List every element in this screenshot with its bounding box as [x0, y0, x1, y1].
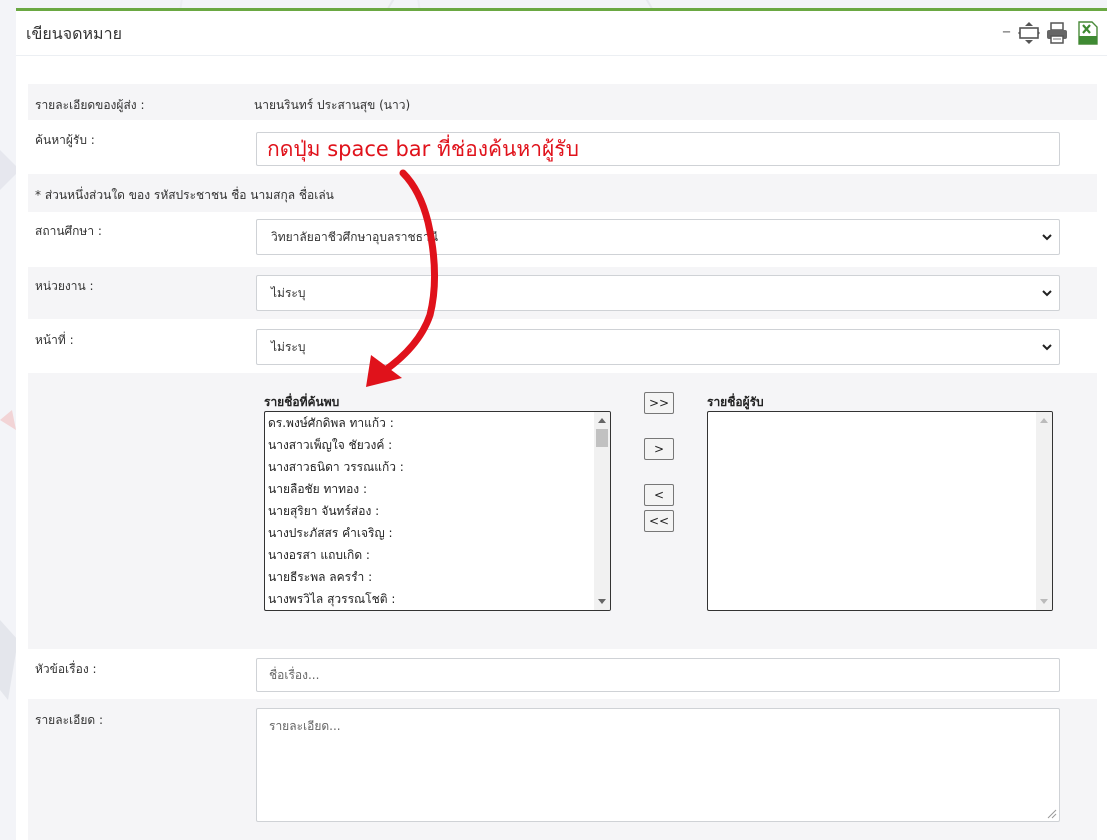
page-title: เขียนจดหมาย — [26, 24, 122, 43]
recipient-list-scrollbar[interactable] — [1036, 412, 1052, 610]
recipient-list-title: รายชื่อผู้รับ — [707, 395, 764, 409]
found-items-container: ดร.พงษ์ศักดิพล ทาแก้ว : นางสาวเพ็ญใจ ชัยว… — [265, 412, 610, 610]
found-list-title: รายชื่อที่ค้นพบ — [264, 395, 340, 409]
remove-all-button[interactable]: << — [644, 510, 674, 532]
subject-input[interactable]: ชื่อเรื่อง... — [256, 658, 1060, 692]
subject-label: หัวข้อเรื่อง : — [35, 662, 97, 676]
duty-label: หน้าที่ : — [35, 333, 74, 347]
department-label: หน่วยงาน : — [35, 279, 94, 293]
department-select[interactable]: ไม่ระบุ — [256, 275, 1060, 311]
compose-mail-panel: เขียนจดหมาย – รายละเอียดของผู้ส่ง: นายน… — [16, 8, 1107, 840]
search-hint-row: * ส่วนหนึ่งส่วนใด ของ รหัสประชาชน ชื่อ น… — [28, 174, 1097, 212]
recipient-picker-row: รายชื่อที่ค้นพบ ดร.พงษ์ศักดิพล ทาแก้ว :น… — [28, 373, 1097, 649]
found-name-option[interactable]: นางสาวเพ็ญใจ ชัยวงค์ : — [265, 434, 610, 456]
resize-grip-icon[interactable] — [1047, 809, 1057, 819]
print-icon[interactable] — [1045, 21, 1069, 45]
remove-one-button[interactable]: < — [644, 484, 674, 506]
department-row: หน่วยงาน : ไม่ระบุ — [28, 267, 1097, 319]
found-names-listbox[interactable]: ดร.พงษ์ศักดิพล ทาแก้ว : นางสาวเพ็ญใจ ชัยว… — [264, 411, 611, 611]
duty-select[interactable]: ไม่ระบุ — [256, 329, 1060, 365]
found-name-option[interactable]: นางอรสา แถบเกิด : — [265, 544, 610, 566]
sender-row: รายละเอียดของผู้ส่ง : นายนรินทร์ ประสานส… — [28, 84, 1097, 120]
detail-label: รายละเอียด : — [35, 713, 104, 727]
scroll-up-icon[interactable] — [1040, 418, 1048, 423]
chevron-down-icon — [1042, 234, 1052, 241]
scroll-down-icon[interactable] — [1040, 599, 1048, 604]
department-selected-value: ไม่ระบุ — [271, 286, 306, 300]
institution-label: สถานศึกษา : — [35, 224, 102, 238]
found-name-option[interactable]: นายธีระพล ลครรำ : — [265, 566, 610, 588]
found-name-option[interactable]: นางประภัสสร คำเจริญ : — [265, 522, 610, 544]
chevron-down-icon — [1042, 344, 1052, 351]
xls-export-icon[interactable] — [1077, 21, 1099, 45]
search-label: ค้นหาผู้รับ : — [35, 133, 95, 147]
scroll-thumb[interactable] — [596, 429, 608, 447]
found-name-option[interactable]: นายลือชัย ทาทอง : — [265, 478, 610, 500]
found-name-option[interactable]: นางสาวธนิดา วรรณแก้ว : — [265, 456, 610, 478]
search-hint: * ส่วนหนึ่งส่วนใด ของ รหัสประชาชน ชื่อ น… — [35, 188, 334, 202]
institution-row: สถานศึกษา : วิทยาลัยอาชีวศึกษาอุบลราชธาน… — [28, 213, 1097, 265]
recipient-search-input[interactable]: กดปุ่ม space bar ที่ช่องค้นหาผู้รับ — [256, 132, 1060, 166]
found-name-option[interactable]: นายสุริยา จันทร์ส่อง : — [265, 500, 610, 522]
found-list-scrollbar[interactable] — [594, 412, 610, 610]
duty-selected-value: ไม่ระบุ — [271, 340, 306, 354]
sender-value: นายนรินทร์ ประสานสุข (นาว) — [254, 98, 411, 112]
found-name-option[interactable]: นางพรวิไล สุวรรณโชติ : — [265, 588, 610, 610]
sender-label: รายละเอียดของผู้ส่ง : — [35, 98, 145, 112]
minimize-button[interactable]: – — [1002, 23, 1011, 41]
panel-header: เขียนจดหมาย – — [16, 11, 1107, 56]
institution-selected-value: วิทยาลัยอาชีวศึกษาอุบลราชธานี — [271, 230, 438, 244]
subject-row: หัวข้อเรื่อง : ชื่อเรื่อง... — [28, 651, 1097, 699]
scroll-down-icon[interactable] — [598, 599, 606, 604]
detail-textarea[interactable]: รายละเอียด... — [256, 708, 1060, 822]
add-one-button[interactable]: > — [644, 438, 674, 460]
add-all-button[interactable]: >> — [644, 392, 674, 414]
recipient-names-listbox[interactable] — [707, 411, 1053, 611]
duty-row: หน้าที่ : ไม่ระบุ — [28, 321, 1097, 373]
found-name-option[interactable]: ดร.พงษ์ศักดิพล ทาแก้ว : — [265, 412, 610, 434]
institution-select[interactable]: วิทยาลัยอาชีวศึกษาอุบลราชธานี — [256, 219, 1060, 255]
detail-placeholder: รายละเอียด... — [269, 719, 341, 733]
expand-icon[interactable] — [1017, 21, 1041, 45]
detail-row: รายละเอียด : รายละเอียด... — [28, 699, 1097, 840]
scroll-up-icon[interactable] — [598, 418, 606, 423]
search-row: ค้นหาผู้รับ : กดปุ่ม space bar ที่ช่องค้… — [28, 124, 1097, 174]
chevron-down-icon — [1042, 290, 1052, 297]
